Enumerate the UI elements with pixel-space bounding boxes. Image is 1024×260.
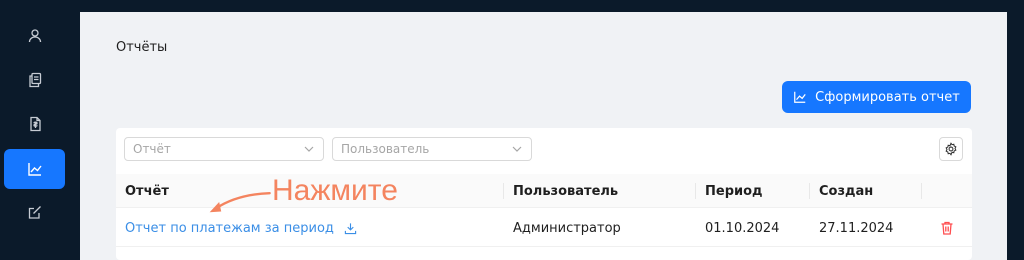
invoice-icon [29, 116, 41, 132]
report-cell: Отчет по платежам за период [116, 209, 504, 247]
delete-icon[interactable] [939, 220, 955, 236]
page-title: Отчёты [116, 40, 168, 55]
column-divider [921, 183, 922, 199]
edit-icon [28, 206, 41, 219]
table-settings-button[interactable] [939, 137, 963, 161]
chevron-down-icon [512, 146, 522, 152]
user-cell: Администратор [513, 220, 621, 236]
right-edge [1007, 0, 1024, 260]
download-icon[interactable] [344, 222, 357, 235]
generate-report-label: Сформировать отчет [815, 89, 960, 105]
sidebar-item-users[interactable] [4, 16, 65, 56]
period-cell: 01.10.2024 [705, 220, 780, 236]
documents-icon [28, 72, 41, 88]
annotation-arrow [209, 191, 271, 213]
sidebar-item-documents[interactable] [4, 60, 65, 100]
report-link[interactable]: Отчет по платежам за период [125, 221, 357, 236]
sidebar-item-edit[interactable] [4, 192, 65, 232]
report-name: Отчет по платежам за период [125, 220, 334, 236]
chevron-down-icon [304, 146, 314, 152]
top-bar [80, 0, 1024, 12]
chart-icon [27, 163, 42, 176]
column-header-created[interactable]: Создан [810, 174, 922, 208]
sidebar [0, 0, 80, 260]
user-icon [28, 29, 41, 43]
sidebar-item-reports[interactable] [4, 149, 65, 189]
generate-report-button[interactable]: Сформировать отчет [782, 81, 971, 113]
annotation-text: Нажмите [272, 174, 398, 207]
user-filter-placeholder: Пользователь [341, 142, 430, 156]
sidebar-item-invoices[interactable] [4, 104, 65, 144]
user-filter-select[interactable]: Пользователь [332, 137, 532, 161]
main-content: Отчёты Сформировать отчет Отчёт Пользова… [80, 12, 1007, 260]
column-header-period[interactable]: Период [696, 174, 810, 208]
report-filter-placeholder: Отчёт [133, 142, 171, 156]
created-cell: 27.11.2024 [819, 220, 894, 236]
chart-icon [794, 91, 806, 103]
gear-icon [945, 142, 957, 156]
column-header-user[interactable]: Пользователь [504, 174, 696, 208]
report-filter-select[interactable]: Отчёт [124, 137, 324, 161]
